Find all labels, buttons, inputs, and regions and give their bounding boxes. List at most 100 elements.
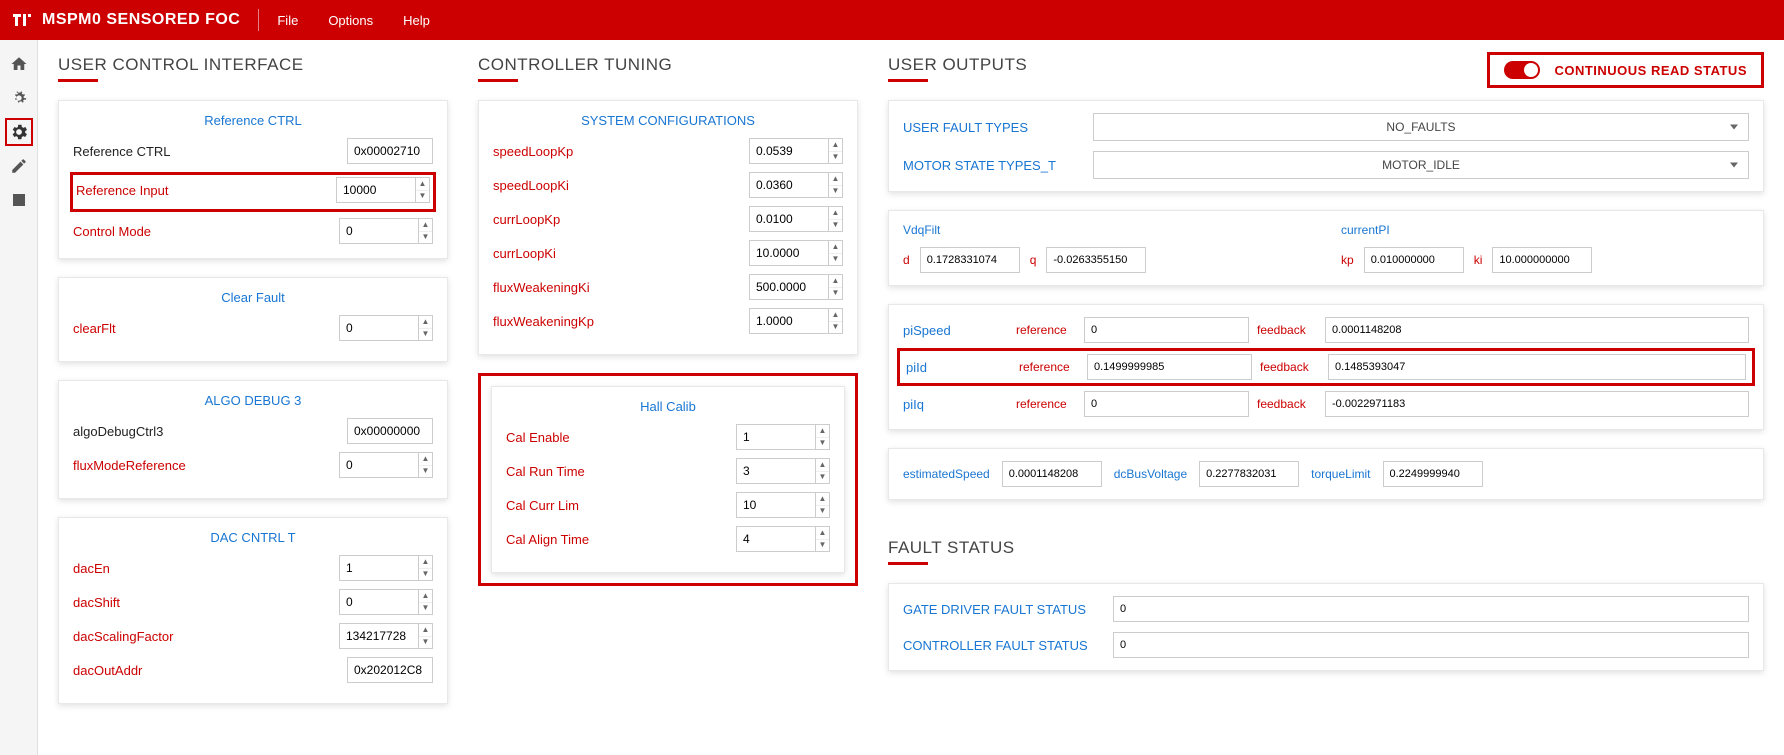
input-vdq-q[interactable]	[1046, 247, 1146, 273]
label-vdqfilt: VdqFilt	[903, 223, 1311, 237]
label-vdq-d: d	[903, 253, 910, 267]
document-icon[interactable]	[5, 186, 33, 214]
card-reference-ctrl: Reference CTRL Reference CTRL Reference …	[58, 100, 448, 259]
input-gate-driver-fault[interactable]	[1113, 596, 1749, 622]
label-motor-state-types: MOTOR STATE TYPES_T	[903, 158, 1083, 173]
label-piiq: piIq	[903, 397, 1008, 412]
card-title-algo-debug: ALGO DEBUG 3	[73, 393, 433, 408]
card-title-reference-ctrl: Reference CTRL	[73, 113, 433, 128]
edit-icon[interactable]	[5, 152, 33, 180]
spinner-control-mode[interactable]: ▲▼	[419, 218, 433, 244]
label-pi-ki: ki	[1474, 253, 1483, 267]
input-pi-ki[interactable]	[1492, 247, 1592, 273]
card-hall-calib: Hall Calib Cal Enable▲▼ Cal Run Time▲▼ C…	[491, 386, 845, 573]
card-fault-state: USER FAULT TYPES NO_FAULTS MOTOR STATE T…	[888, 100, 1764, 192]
home-icon[interactable]	[5, 50, 33, 78]
label-piiq-ref: reference	[1016, 397, 1076, 411]
input-algodebugctrl3[interactable]	[347, 418, 433, 444]
input-currloopki[interactable]	[749, 240, 829, 266]
menu-help[interactable]: Help	[403, 13, 430, 28]
label-calaligntime: Cal Align Time	[506, 532, 736, 547]
input-dacoutaddr[interactable]	[347, 657, 433, 683]
label-currloopkp: currLoopKp	[493, 212, 749, 227]
input-piiq-fb[interactable]	[1325, 391, 1749, 417]
input-pispeed-fb[interactable]	[1325, 317, 1749, 343]
card-hall-calib-highlight: Hall Calib Cal Enable▲▼ Cal Run Time▲▼ C…	[478, 373, 858, 586]
label-dcbus: dcBusVoltage	[1114, 467, 1187, 481]
input-vdq-d[interactable]	[920, 247, 1020, 273]
label-pispeed-ref: reference	[1016, 323, 1076, 337]
input-clearflt[interactable]	[339, 315, 419, 341]
select-user-fault-types[interactable]: NO_FAULTS	[1093, 113, 1749, 141]
input-dacen[interactable]	[339, 555, 419, 581]
label-piid: piId	[906, 360, 1011, 375]
label-gate-driver-fault: GATE DRIVER FAULT STATUS	[903, 602, 1103, 617]
input-pispeed-ref[interactable]	[1084, 317, 1249, 343]
label-control-mode: Control Mode	[73, 224, 339, 239]
input-controller-fault[interactable]	[1113, 632, 1749, 658]
card-bottom-outputs: estimatedSpeed dcBusVoltage torqueLimit	[888, 448, 1764, 500]
label-algodebugctrl3: algoDebugCtrl3	[73, 424, 347, 439]
app-title: MSPM0 SENSORED FOC	[42, 11, 240, 29]
input-dcbus[interactable]	[1199, 461, 1299, 487]
input-speedloopkp[interactable]	[749, 138, 829, 164]
label-piid-ref: reference	[1019, 360, 1079, 374]
settings-small-icon[interactable]	[5, 84, 33, 112]
label-dacoutaddr: dacOutAddr	[73, 663, 347, 678]
label-pi-kp: kp	[1341, 253, 1354, 267]
input-reference-ctrl[interactable]	[347, 138, 433, 164]
label-piiq-fb: feedback	[1257, 397, 1317, 411]
select-motor-state-types[interactable]: MOTOR_IDLE	[1093, 151, 1749, 179]
input-currloopkp[interactable]	[749, 206, 829, 232]
input-calcurrlim[interactable]	[736, 492, 816, 518]
card-title-sysconfig: SYSTEM CONFIGURATIONS	[493, 113, 843, 128]
row-piid-highlight: piId reference feedback	[897, 348, 1755, 386]
input-estspeed[interactable]	[1002, 461, 1102, 487]
input-control-mode[interactable]	[339, 218, 419, 244]
label-torquelimit: torqueLimit	[1311, 467, 1370, 481]
spinner-clearflt[interactable]: ▲▼	[419, 315, 433, 341]
input-dacscaling[interactable]	[339, 623, 419, 649]
input-calenable[interactable]	[736, 424, 816, 450]
input-fluxmoderef[interactable]	[339, 452, 419, 478]
input-speedloopki[interactable]	[749, 172, 829, 198]
label-dacscaling: dacScalingFactor	[73, 629, 339, 644]
gear-icon[interactable]	[5, 118, 33, 146]
input-fluxweakkp[interactable]	[749, 308, 829, 334]
menu-options[interactable]: Options	[328, 13, 373, 28]
input-torquelimit[interactable]	[1383, 461, 1483, 487]
label-dacshift: dacShift	[73, 595, 339, 610]
label-vdq-q: q	[1030, 253, 1037, 267]
input-piid-ref[interactable]	[1087, 354, 1252, 380]
label-calruntime: Cal Run Time	[506, 464, 736, 479]
input-piid-fb[interactable]	[1328, 354, 1746, 380]
label-fluxweakki: fluxWeakeningKi	[493, 280, 749, 295]
input-piiq-ref[interactable]	[1084, 391, 1249, 417]
label-pispeed-fb: feedback	[1257, 323, 1317, 337]
input-calaligntime[interactable]	[736, 526, 816, 552]
label-piid-fb: feedback	[1260, 360, 1320, 374]
spinner-fluxmoderef[interactable]: ▲▼	[419, 452, 433, 478]
menu-file[interactable]: File	[277, 13, 298, 28]
read-status-toggle[interactable]	[1504, 61, 1540, 79]
label-currloopki: currLoopKi	[493, 246, 749, 261]
input-calruntime[interactable]	[736, 458, 816, 484]
label-reference-input: Reference Input	[76, 183, 336, 198]
label-controller-fault: CONTROLLER FAULT STATUS	[903, 638, 1103, 653]
input-fluxweakki[interactable]	[749, 274, 829, 300]
input-reference-input[interactable]	[336, 177, 416, 203]
card-algo-debug: ALGO DEBUG 3 algoDebugCtrl3 fluxModeRefe…	[58, 380, 448, 499]
card-fault-status: GATE DRIVER FAULT STATUS CONTROLLER FAUL…	[888, 583, 1764, 671]
label-fluxmoderef: fluxModeReference	[73, 458, 339, 473]
input-dacshift[interactable]	[339, 589, 419, 615]
card-dac-cntrl: DAC CNTRL T dacEn ▲▼ dacShift ▲▼ dacScal…	[58, 517, 448, 704]
section-fault-status: FAULT STATUS	[888, 538, 1764, 558]
card-title-dac-cntrl: DAC CNTRL T	[73, 530, 433, 545]
label-speedloopki: speedLoopKi	[493, 178, 749, 193]
label-user-fault-types: USER FAULT TYPES	[903, 120, 1083, 135]
spinner-reference-input[interactable]: ▲▼	[416, 177, 430, 203]
sidebar	[0, 40, 38, 755]
card-pi-values: piSpeed reference feedback piId referenc…	[888, 304, 1764, 430]
card-clear-fault: Clear Fault clearFlt ▲▼	[58, 277, 448, 362]
input-pi-kp[interactable]	[1364, 247, 1464, 273]
